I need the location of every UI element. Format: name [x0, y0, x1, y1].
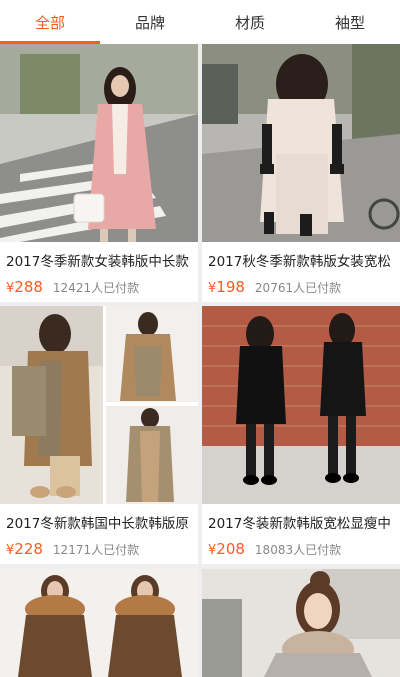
product-card[interactable]: 2017秋冬季新款韩版女装宽松 ¥198 20761人已付款 [202, 44, 400, 302]
product-card[interactable] [202, 569, 400, 677]
tab-sleeve-type[interactable]: 袖型 [300, 0, 400, 44]
product-title[interactable]: 2017冬装新款韩版宽松显瘦中 [202, 515, 400, 533]
sold-count: 20761人已付款 [254, 281, 342, 295]
product-meta: ¥208 18083人已付款 [202, 539, 400, 561]
product-image[interactable] [0, 44, 198, 242]
product-price: ¥198 [208, 278, 245, 296]
sold-count: 12171人已付款 [52, 543, 140, 557]
product-meta: ¥228 12171人已付款 [0, 539, 198, 561]
product-image[interactable] [202, 306, 400, 504]
product-price: ¥208 [208, 540, 245, 558]
product-image[interactable] [202, 44, 400, 242]
product-title[interactable]: 2017秋冬季新款韩版女装宽松 [202, 253, 400, 271]
product-card[interactable]: 2017冬装新款韩版宽松显瘦中 ¥208 18083人已付款 [202, 306, 400, 564]
product-price: ¥288 [6, 278, 43, 296]
product-image[interactable] [202, 569, 400, 677]
product-meta: ¥288 12421人已付款 [0, 277, 198, 299]
product-title[interactable]: 2017冬季新款女装韩版中长款 [0, 253, 198, 271]
tab-brand[interactable]: 品牌 [100, 0, 200, 44]
sold-count: 12421人已付款 [52, 281, 140, 295]
product-card[interactable]: 2017冬季新款女装韩版中长款 ¥288 12421人已付款 [0, 44, 198, 302]
product-title[interactable]: 2017冬新款韩国中长款韩版原 [0, 515, 198, 533]
category-tab-bar: 全部 品牌 材质 袖型 [0, 0, 400, 44]
product-price: ¥228 [6, 540, 43, 558]
tab-all[interactable]: 全部 [0, 0, 100, 44]
tab-material[interactable]: 材质 [200, 0, 300, 44]
product-card[interactable]: 2017冬新款韩国中长款韩版原 ¥228 12171人已付款 [0, 306, 198, 564]
product-image[interactable] [0, 569, 198, 677]
product-card[interactable] [0, 569, 198, 677]
product-image[interactable] [0, 306, 198, 504]
sold-count: 18083人已付款 [254, 543, 342, 557]
product-meta: ¥198 20761人已付款 [202, 277, 400, 299]
